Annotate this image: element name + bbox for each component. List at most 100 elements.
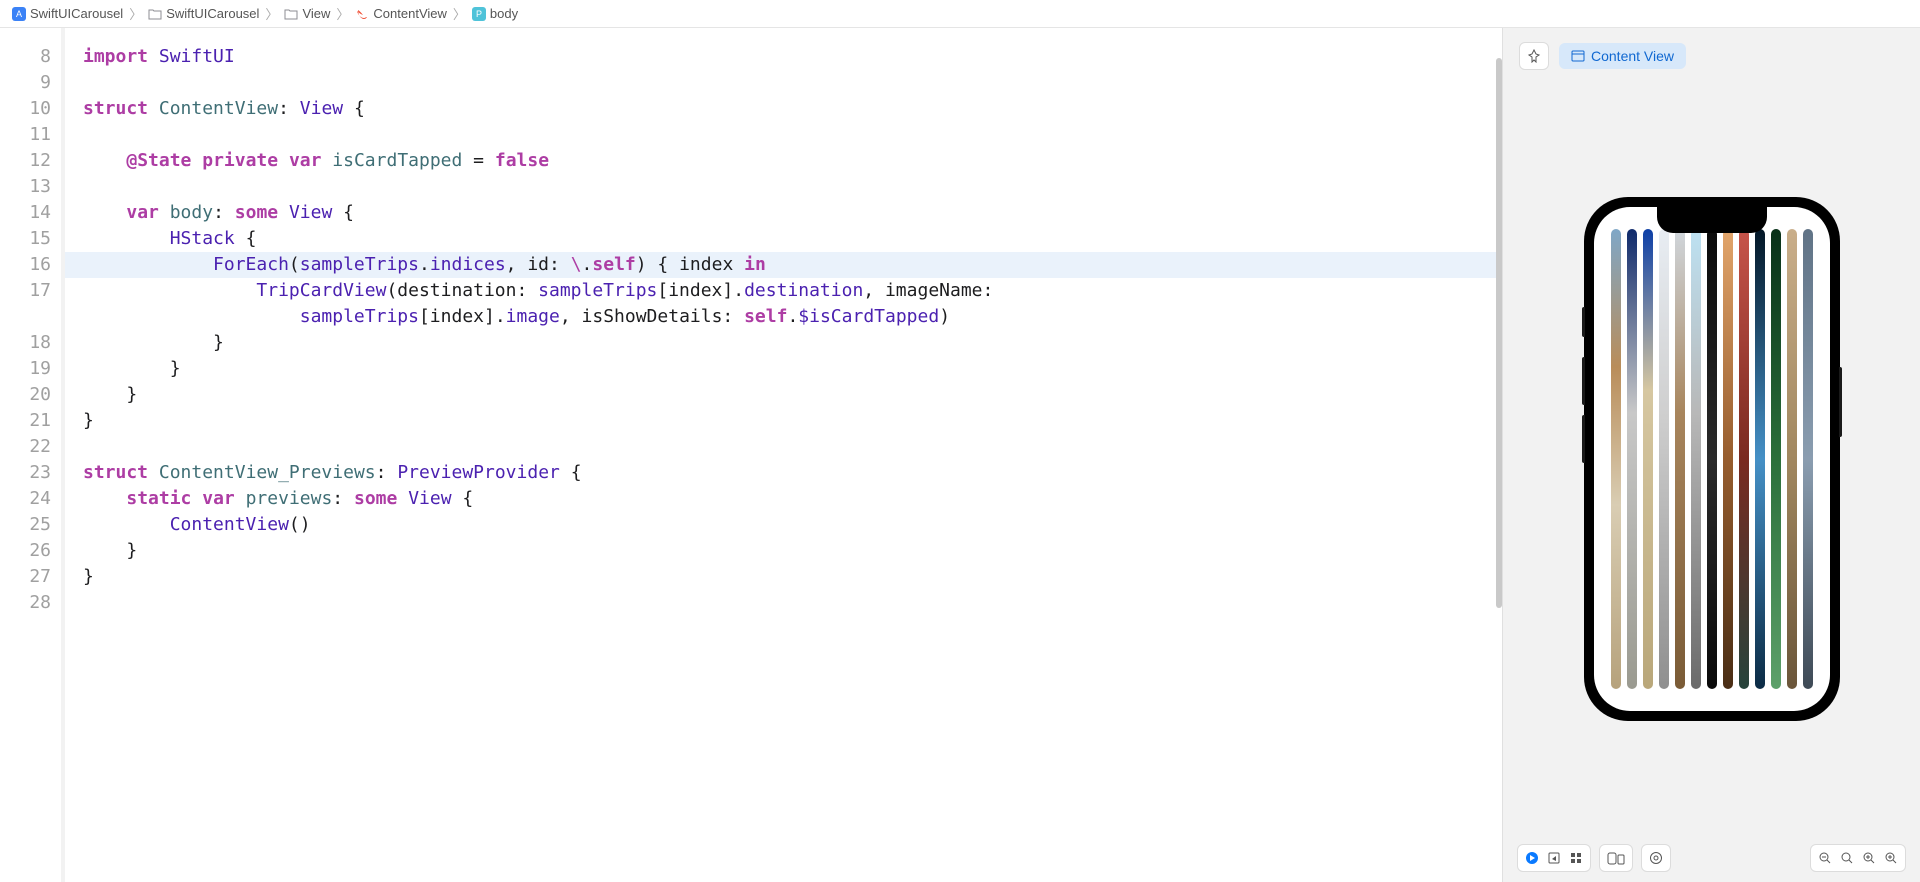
- trip-card-strip: [1803, 229, 1813, 689]
- breadcrumb-item[interactable]: ContentView: [355, 6, 446, 21]
- code-line[interactable]: [83, 434, 1502, 460]
- preview-pane: Content View: [1502, 28, 1920, 882]
- code-line[interactable]: @State private var isCardTapped = false: [83, 148, 1502, 174]
- trip-card-strip: [1739, 229, 1749, 689]
- breadcrumb-label: SwiftUICarousel: [166, 6, 259, 21]
- code-line[interactable]: HStack {: [83, 226, 1502, 252]
- line-number: 23: [0, 460, 51, 486]
- breadcrumb-label: SwiftUICarousel: [30, 6, 123, 21]
- folder-icon: [284, 7, 298, 21]
- live-preview-button[interactable]: [1517, 844, 1591, 872]
- code-line[interactable]: sampleTrips[index].image, isShowDetails:…: [83, 304, 1502, 330]
- phone-notch: [1657, 207, 1767, 233]
- zoom-actual-icon: [1840, 851, 1854, 865]
- breadcrumb-item[interactable]: P body: [472, 6, 518, 21]
- line-number: 15: [0, 226, 51, 252]
- code-line[interactable]: [83, 122, 1502, 148]
- line-number: 19: [0, 356, 51, 382]
- swift-icon: [355, 7, 369, 21]
- line-number: 17: [0, 278, 51, 304]
- variants-button[interactable]: [1641, 844, 1671, 872]
- code-line[interactable]: }: [83, 564, 1502, 590]
- breadcrumb-item[interactable]: A SwiftUICarousel: [12, 6, 123, 21]
- chevron-right-icon: 〉: [334, 4, 351, 23]
- zoom-fit-icon: [1862, 851, 1876, 865]
- trip-card-strip: [1691, 229, 1701, 689]
- code-line[interactable]: import SwiftUI: [83, 44, 1502, 70]
- code-line[interactable]: static var previews: some View {: [83, 486, 1502, 512]
- breadcrumb: A SwiftUICarousel 〉 SwiftUICarousel 〉 Vi…: [0, 0, 1920, 28]
- trip-card-strip: [1755, 229, 1765, 689]
- trip-card-strip: [1707, 229, 1717, 689]
- line-number: 18: [0, 330, 51, 356]
- zoom-out-icon: [1818, 851, 1832, 865]
- line-number: 28: [0, 590, 51, 616]
- breadcrumb-item[interactable]: View: [284, 6, 330, 21]
- code-line[interactable]: struct ContentView: View {: [83, 96, 1502, 122]
- line-number: 22: [0, 434, 51, 460]
- zoom-controls[interactable]: [1810, 844, 1906, 872]
- code-line[interactable]: ForEach(sampleTrips.indices, id: \.self)…: [65, 252, 1502, 278]
- preview-target-pill[interactable]: Content View: [1559, 43, 1686, 69]
- svg-text:P: P: [476, 9, 482, 19]
- code-editor[interactable]: 8910111213141516171819202122232425262728…: [0, 28, 1502, 882]
- code-line[interactable]: [83, 174, 1502, 200]
- code-line[interactable]: ContentView(): [83, 512, 1502, 538]
- code-line[interactable]: }: [83, 356, 1502, 382]
- line-gutter: 8910111213141516171819202122232425262728: [0, 28, 65, 882]
- code-line[interactable]: }: [83, 538, 1502, 564]
- folder-icon: [148, 7, 162, 21]
- property-icon: P: [472, 7, 486, 21]
- code-line[interactable]: }: [83, 408, 1502, 434]
- line-number: 9: [0, 70, 51, 96]
- code-line[interactable]: [83, 70, 1502, 96]
- svg-text:A: A: [16, 9, 22, 19]
- phone-device-frame: [1584, 197, 1840, 721]
- code-line[interactable]: }: [83, 382, 1502, 408]
- preview-canvas[interactable]: [1503, 84, 1920, 834]
- trip-card-strip: [1723, 229, 1733, 689]
- chevron-right-icon: 〉: [451, 4, 468, 23]
- scrollbar[interactable]: [1496, 58, 1502, 608]
- breadcrumb-label: body: [490, 6, 518, 21]
- preview-footer: [1503, 834, 1920, 882]
- line-number: 10: [0, 96, 51, 122]
- play-icon: [1525, 851, 1539, 865]
- variants-icon: [1649, 851, 1663, 865]
- trip-card-strip: [1611, 229, 1621, 689]
- line-number: 27: [0, 564, 51, 590]
- grid-icon: [1569, 851, 1583, 865]
- chevron-right-icon: 〉: [263, 4, 280, 23]
- line-number: 25: [0, 512, 51, 538]
- trip-card-strip: [1787, 229, 1797, 689]
- code-line[interactable]: struct ContentView_Previews: PreviewProv…: [83, 460, 1502, 486]
- line-number: [0, 304, 51, 330]
- line-number: 13: [0, 174, 51, 200]
- code-line[interactable]: [83, 590, 1502, 616]
- code-area[interactable]: import SwiftUI struct ContentView: View {…: [65, 28, 1502, 882]
- phone-screen: [1594, 207, 1830, 711]
- preview-header: Content View: [1503, 28, 1920, 84]
- chevron-right-icon: 〉: [127, 4, 144, 23]
- trip-card-strip: [1659, 229, 1669, 689]
- app-icon: A: [12, 7, 26, 21]
- breadcrumb-label: View: [302, 6, 330, 21]
- code-line[interactable]: var body: some View {: [83, 200, 1502, 226]
- line-number: 16: [0, 252, 51, 278]
- trip-card-strip: [1771, 229, 1781, 689]
- window-icon: [1571, 50, 1585, 62]
- line-number: 8: [0, 44, 51, 70]
- device-settings-button[interactable]: [1599, 844, 1633, 872]
- preview-pill-label: Content View: [1591, 48, 1674, 64]
- main-split: 8910111213141516171819202122232425262728…: [0, 28, 1920, 882]
- line-number: 14: [0, 200, 51, 226]
- code-line[interactable]: TripCardView(destination: sampleTrips[in…: [83, 278, 1502, 304]
- code-line[interactable]: }: [83, 330, 1502, 356]
- pin-button[interactable]: [1519, 42, 1549, 70]
- line-number: 26: [0, 538, 51, 564]
- carousel-hstack: [1605, 229, 1819, 689]
- device-icon: [1607, 851, 1625, 865]
- breadcrumb-item[interactable]: SwiftUICarousel: [148, 6, 259, 21]
- line-number: 21: [0, 408, 51, 434]
- trip-card-strip: [1627, 229, 1637, 689]
